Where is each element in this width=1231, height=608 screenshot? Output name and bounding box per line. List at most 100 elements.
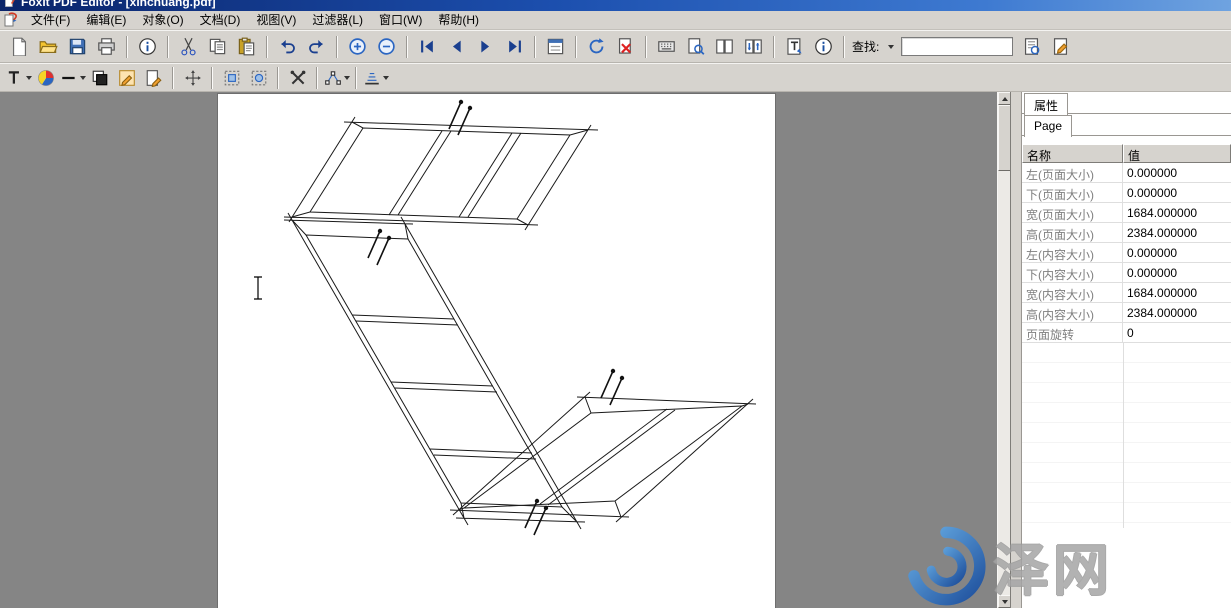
page-preview-icon [686,37,705,56]
save-button[interactable] [63,33,92,60]
document-canvas[interactable] [0,92,997,608]
cut-button[interactable] [174,33,203,60]
text-tool-button[interactable] [5,65,32,90]
fill-swatch-button[interactable] [86,65,113,90]
last-page-button[interactable] [500,33,529,60]
toolbar-separator [773,36,775,58]
property-value[interactable]: 2384.000000 [1123,303,1231,322]
edit-object-button[interactable] [113,65,140,90]
find-dropdown-button[interactable] [882,33,897,60]
first-page-button[interactable] [413,33,442,60]
hatch-fill-button[interactable] [362,65,389,90]
chevron-down-icon [383,76,389,80]
property-value[interactable]: 0.000000 [1123,263,1231,282]
page-thumbnail-button[interactable] [541,33,570,60]
open-button[interactable] [34,33,63,60]
toolbar-separator [406,36,408,58]
property-row: 宽(内容大小)1684.000000 [1022,283,1231,303]
rotate-page-button[interactable] [582,33,611,60]
new-document-button[interactable] [5,33,34,60]
toolbar-separator [126,36,128,58]
property-value[interactable]: 0 [1123,323,1231,342]
panel-page-tab-row: Page [1022,114,1231,136]
delete-page-button[interactable] [611,33,640,60]
property-name: 下(页面大小) [1022,183,1123,202]
property-name: 下(内容大小) [1022,263,1123,282]
keyboard-button[interactable] [652,33,681,60]
column-divider [1123,343,1124,528]
copy-button[interactable] [203,33,232,60]
reorder-pages-button[interactable] [739,33,768,60]
menu-object[interactable]: 对象(O) [134,9,191,31]
app-window-icon [4,0,16,8]
path-nodes-icon [324,69,342,87]
menu-window[interactable]: 窗口(W) [371,9,430,31]
find-result-edit-button[interactable] [1046,33,1075,60]
line-tool-button[interactable] [59,65,86,90]
menu-bar: 文件(F) 编辑(E) 对象(O) 文档(D) 视图(V) 过滤器(L) 窗口(… [0,11,1231,30]
zoom-in-icon [348,37,367,56]
object-info-icon [814,37,833,56]
zoom-out-button[interactable] [372,33,401,60]
property-name: 高(内容大小) [1022,303,1123,322]
zoom-in-button[interactable] [343,33,372,60]
find-input[interactable] [901,37,1013,56]
tools-button[interactable] [284,65,311,90]
panel-title-row: 属性 [1022,92,1231,114]
property-value[interactable]: 0.000000 [1123,183,1231,202]
next-page-button[interactable] [471,33,500,60]
menu-view[interactable]: 视图(V) [248,9,304,31]
property-value[interactable]: 1684.000000 [1123,203,1231,222]
property-row: 下(内容大小)0.000000 [1022,263,1231,283]
property-value[interactable]: 1684.000000 [1123,283,1231,302]
chevron-down-icon [888,45,894,49]
toolbar-separator [843,36,845,58]
toolbar-separator [277,67,279,89]
toolbar-separator [645,36,647,58]
property-name: 左(内容大小) [1022,243,1123,262]
menu-document[interactable]: 文档(D) [192,9,249,31]
redo-button[interactable] [302,33,331,60]
print-button[interactable] [92,33,121,60]
property-row: 宽(页面大小)1684.000000 [1022,203,1231,223]
facing-pages-button[interactable] [710,33,739,60]
menu-help[interactable]: 帮助(H) [430,9,487,31]
find-result-edit-icon [1051,37,1070,56]
extract-text-button[interactable] [780,33,809,60]
toolbar-separator [172,67,174,89]
path-nodes-button[interactable] [323,65,350,90]
property-grid: 名称 值 左(页面大小)0.000000 下(页面大小)0.000000 宽(页… [1022,144,1231,528]
edit-object-icon [118,69,136,87]
color-wheel-button[interactable] [32,65,59,90]
previous-page-icon [447,37,466,56]
pdf-page[interactable] [218,94,775,608]
canvas-vertical-scrollbar[interactable] [997,92,1010,608]
property-row: 下(页面大小)0.000000 [1022,183,1231,203]
menu-filters[interactable]: 过滤器(L) [304,9,371,31]
object-info-button[interactable] [809,33,838,60]
move-tool-button[interactable] [179,65,206,90]
document-info-button[interactable] [133,33,162,60]
paste-button[interactable] [232,33,261,60]
edit-page-button[interactable] [140,65,167,90]
property-name: 高(页面大小) [1022,223,1123,242]
document-menu-icon [3,12,19,28]
next-page-icon [476,37,495,56]
page-tab[interactable]: Page [1024,115,1072,137]
transform-ellipse-button[interactable] [245,65,272,90]
property-value[interactable]: 0.000000 [1123,163,1231,182]
property-value[interactable]: 0.000000 [1123,243,1231,262]
page-preview-button[interactable] [681,33,710,60]
undo-button[interactable] [273,33,302,60]
panel-splitter[interactable] [1010,92,1021,608]
previous-page-button[interactable] [442,33,471,60]
scroll-up-icon [1002,97,1008,101]
find-result-page-button[interactable] [1017,33,1046,60]
find-label: 查找: [852,38,879,55]
property-value[interactable]: 2384.000000 [1123,223,1231,242]
last-page-icon [505,37,524,56]
cut-icon [179,37,198,56]
menu-file[interactable]: 文件(F) [23,9,78,31]
transform-rect-button[interactable] [218,65,245,90]
menu-edit[interactable]: 编辑(E) [78,9,134,31]
